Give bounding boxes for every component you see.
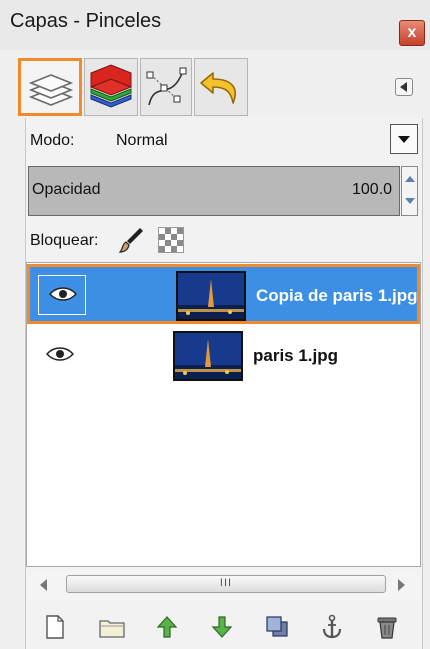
duplicate-layer-icon[interactable]	[265, 614, 289, 640]
lock-pixels-icon[interactable]	[118, 226, 144, 254]
tab-paths[interactable]	[140, 58, 192, 116]
opacity-label: Opacidad	[32, 181, 101, 198]
new-layer-icon[interactable]	[43, 614, 67, 640]
lower-layer-icon[interactable]	[210, 614, 234, 640]
scrollbar-grip: III	[219, 577, 233, 589]
scroll-left-icon[interactable]	[40, 579, 47, 591]
raise-layer-icon[interactable]	[155, 614, 179, 640]
paris-thumbnail-image	[175, 333, 241, 379]
visibility-toggle[interactable]	[35, 335, 83, 375]
tab-menu-button[interactable]	[395, 78, 413, 96]
layer-name[interactable]: Copia de paris 1.jpg	[256, 286, 418, 306]
tab-undo[interactable]	[194, 58, 248, 116]
opacity-value[interactable]: 100.0	[352, 181, 392, 199]
mode-label: Modo:	[30, 132, 75, 149]
paths-icon	[146, 67, 187, 106]
spin-down-icon[interactable]	[405, 198, 415, 204]
eye-icon	[46, 347, 74, 361]
layer-name[interactable]: paris 1.jpg	[253, 346, 338, 366]
layers-icon	[28, 74, 74, 106]
layer-row[interactable]: Copia de paris 1.jpg	[27, 264, 420, 324]
tab-layers[interactable]	[18, 58, 82, 116]
spin-up-icon[interactable]	[405, 176, 415, 182]
lock-label: Bloquear:	[30, 232, 99, 249]
new-group-icon[interactable]	[98, 614, 126, 640]
tab-channels[interactable]	[84, 58, 138, 116]
horizontal-scrollbar[interactable]: III	[28, 570, 420, 600]
anchor-layer-icon[interactable]	[320, 614, 344, 640]
mode-select[interactable]: Normal	[116, 132, 168, 150]
channels-icon	[89, 64, 133, 108]
close-button[interactable]: x	[399, 20, 425, 46]
layer-thumbnail[interactable]	[176, 271, 246, 321]
layer-thumbnail[interactable]	[173, 331, 243, 381]
eye-icon	[49, 287, 77, 301]
delete-layer-icon[interactable]	[375, 614, 399, 640]
title-bar[interactable]: Capas - Pinceles x	[0, 0, 430, 50]
paris-thumbnail-image	[178, 273, 244, 319]
layers-dock-window: Capas - Pinceles x Modo: Normal Opacidad…	[0, 0, 430, 649]
undo-icon	[200, 72, 237, 104]
mode-dropdown-button[interactable]	[390, 124, 418, 154]
scrollbar-thumb[interactable]: III	[66, 575, 386, 593]
opacity-spinner[interactable]	[401, 166, 418, 216]
window-title: Capas - Pinceles	[10, 10, 162, 32]
scroll-right-icon[interactable]	[398, 579, 405, 591]
layers-list[interactable]: Copia de paris 1.jpg paris 1.jpg	[26, 262, 421, 567]
close-icon: x	[407, 24, 417, 41]
layer-row[interactable]: paris 1.jpg	[27, 327, 420, 387]
visibility-toggle[interactable]	[38, 275, 86, 315]
lock-alpha-icon[interactable]	[158, 227, 184, 253]
